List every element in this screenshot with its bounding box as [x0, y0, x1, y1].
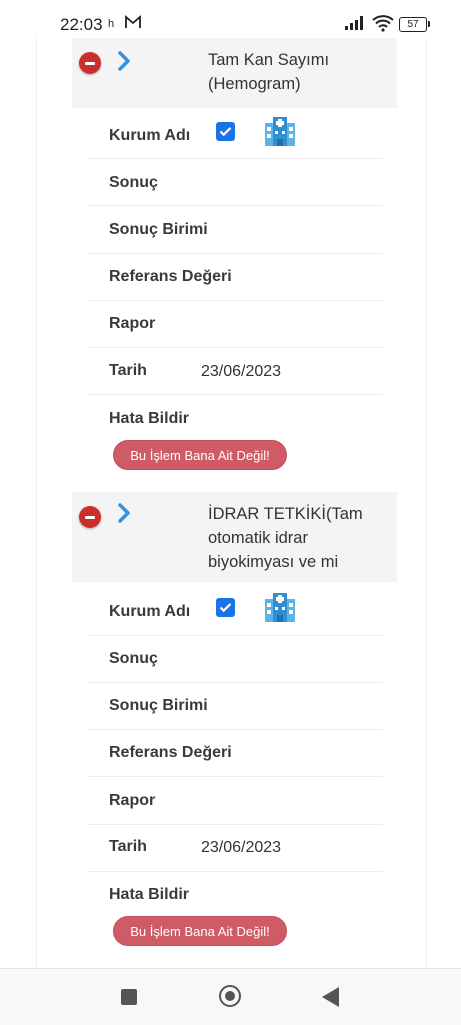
tarih-label: Tarih: [109, 838, 147, 855]
minus-circle-icon[interactable]: [79, 52, 101, 74]
status-indicator-h: h: [108, 18, 115, 30]
row-divider: [88, 300, 383, 301]
row-divider: [88, 682, 383, 683]
sonuc-birimi-label: Sonuç Birimi: [109, 697, 208, 714]
status-bar: 22:03 h 57: [0, 0, 461, 38]
chevron-right-icon[interactable]: [116, 503, 132, 528]
sonuc-label: Sonuç: [109, 650, 158, 667]
kurum-checkbox[interactable]: [216, 122, 235, 141]
hospital-building-icon[interactable]: [263, 591, 297, 628]
tarih-label: Tarih: [109, 362, 147, 379]
sonuc-label: Sonuç: [109, 174, 158, 191]
hospital-building-icon[interactable]: [263, 115, 297, 152]
tarih-value: 23/06/2023: [201, 839, 282, 856]
status-time: 22:03: [60, 15, 103, 34]
row-divider: [88, 158, 383, 159]
gmail-icon: [125, 15, 141, 34]
wifi-icon: [372, 14, 394, 37]
back-icon[interactable]: [322, 987, 339, 1007]
test-name: Tam Kan Sayımı (Hemogram): [208, 51, 330, 93]
test-name: İDRAR TETKİKİ(Tam otomatik idrar biyokim…: [208, 505, 363, 571]
row-divider: [88, 824, 383, 825]
hata-bildir-label: Hata Bildir: [109, 410, 190, 427]
minus-circle-icon[interactable]: [79, 506, 101, 528]
home-icon[interactable]: [219, 985, 241, 1007]
battery-icon: 57: [399, 17, 427, 32]
not-my-record-button[interactable]: Bu İşlem Bana Ait Değil!: [113, 440, 287, 470]
rapor-label: Rapor: [109, 315, 156, 332]
referans-label: Referans Değeri: [109, 744, 232, 761]
row-divider: [88, 347, 383, 348]
sonuc-birimi-label: Sonuç Birimi: [109, 221, 208, 238]
hata-bildir-label: Hata Bildir: [109, 886, 190, 903]
row-divider: [88, 205, 383, 206]
chevron-right-icon[interactable]: [116, 51, 132, 76]
kurum-adi-label: Kurum Adı: [109, 603, 191, 620]
referans-label: Referans Değeri: [109, 268, 232, 285]
records-list[interactable]: Tam Kan Sayımı (Hemogram) Kurum Adı Sonu…: [0, 38, 461, 968]
tarih-value: 23/06/2023: [201, 363, 282, 380]
navigation-bar: [0, 968, 461, 1025]
signal-icon: [345, 16, 365, 35]
row-divider: [88, 729, 383, 730]
row-divider: [88, 635, 383, 636]
recents-icon[interactable]: [121, 989, 137, 1005]
battery-tip: [428, 21, 430, 27]
not-my-record-button[interactable]: Bu İşlem Bana Ait Değil!: [113, 916, 287, 946]
row-divider: [88, 871, 383, 872]
rapor-label: Rapor: [109, 792, 156, 809]
row-divider: [88, 253, 383, 254]
row-divider: [88, 776, 383, 777]
kurum-adi-label: Kurum Adı: [109, 127, 191, 144]
row-divider: [88, 394, 383, 395]
kurum-checkbox[interactable]: [216, 598, 235, 617]
